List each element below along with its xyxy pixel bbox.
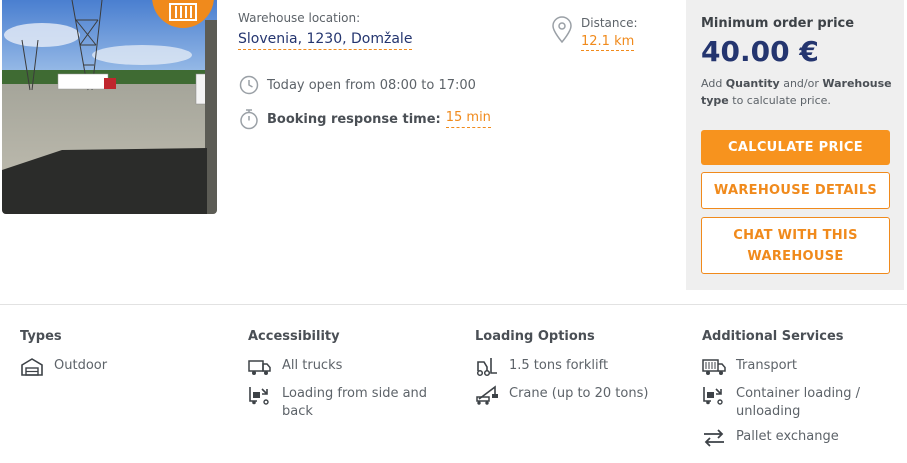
- section-divider: [0, 304, 907, 305]
- feature-label: All trucks: [282, 358, 343, 373]
- feature-item: Loading from side and back: [248, 385, 448, 421]
- response-value[interactable]: 15 min: [445, 110, 491, 128]
- loading-icon: [248, 385, 272, 405]
- accessibility-title: Accessibility: [248, 329, 340, 344]
- forklift-icon: [475, 357, 499, 377]
- min-order-value: 40.00 €: [701, 35, 819, 68]
- crane-icon: [475, 385, 499, 405]
- clock-icon: [238, 74, 260, 96]
- transport-truck-icon: [702, 357, 726, 377]
- feature-item: All trucks: [248, 357, 448, 377]
- warehouse-photo[interactable]: [2, 0, 217, 214]
- additional-services-title: Additional Services: [702, 329, 844, 344]
- hint-suffix: to calculate price.: [732, 94, 831, 107]
- loading-options-title: Loading Options: [475, 329, 595, 344]
- truck-icon: [248, 357, 272, 377]
- accessibility-section: Accessibility All trucks Loading from si…: [248, 329, 448, 429]
- pallet-exchange-icon: [702, 428, 726, 448]
- distance-value[interactable]: 12.1 km: [581, 34, 635, 51]
- distance: Distance: 12.1 km: [551, 16, 638, 51]
- price-panel: Minimum order price 40.00 € Add Quantity…: [686, 0, 904, 290]
- feature-label: Pallet exchange: [736, 429, 839, 444]
- types-section: Types Outdoor: [20, 329, 220, 385]
- feature-label: Transport: [736, 358, 798, 373]
- feature-label: Crane (up to 20 tons): [509, 386, 649, 401]
- loading-options-section: Loading Options 1.5 tons forklift Crane …: [475, 329, 675, 413]
- booking-response: Booking response time: 15 min: [238, 108, 491, 130]
- feature-label: Loading from side and back: [282, 386, 428, 419]
- min-order-label: Minimum order price: [701, 16, 855, 31]
- feature-item: Crane (up to 20 tons): [475, 385, 675, 405]
- response-label: Booking response time:: [267, 111, 441, 127]
- feature-label: 1.5 tons forklift: [509, 358, 609, 373]
- feature-item: Outdoor: [20, 357, 220, 377]
- feature-item: 1.5 tons forklift: [475, 357, 675, 377]
- types-title: Types: [20, 329, 62, 344]
- feature-item: Pallet exchange: [702, 428, 902, 448]
- outdoor-warehouse-icon: [20, 357, 44, 377]
- warehouse-details-button[interactable]: WAREHOUSE DETAILS: [701, 172, 890, 209]
- container-loading-icon: [702, 385, 726, 405]
- feature-label: Container loading / unloading: [736, 386, 861, 419]
- opening-hours: Today open from 08:00 to 17:00: [238, 74, 476, 96]
- opening-hours-text: Today open from 08:00 to 17:00: [267, 77, 476, 93]
- feature-item: Transport: [702, 357, 902, 377]
- calculate-price-button[interactable]: CALCULATE PRICE: [701, 130, 890, 165]
- price-hint: Add Quantity and/or Warehouse type to ca…: [701, 75, 896, 109]
- feature-item: Container loading / unloading: [702, 385, 902, 421]
- location-label: Warehouse location:: [238, 11, 361, 25]
- feature-label: Outdoor: [54, 358, 108, 373]
- stopwatch-icon: [238, 108, 260, 130]
- additional-services-section: Additional Services Transport Container …: [702, 329, 902, 456]
- location-link[interactable]: Slovenia, 1230, Domžale: [238, 31, 413, 50]
- hint-middle: and/or: [783, 77, 819, 90]
- map-pin-icon: [551, 16, 573, 44]
- chat-warehouse-button[interactable]: CHAT WITH THIS WAREHOUSE: [701, 217, 890, 274]
- hint-prefix: Add: [701, 77, 723, 90]
- hint-quantity: Quantity: [725, 77, 780, 90]
- distance-label: Distance:: [581, 16, 638, 30]
